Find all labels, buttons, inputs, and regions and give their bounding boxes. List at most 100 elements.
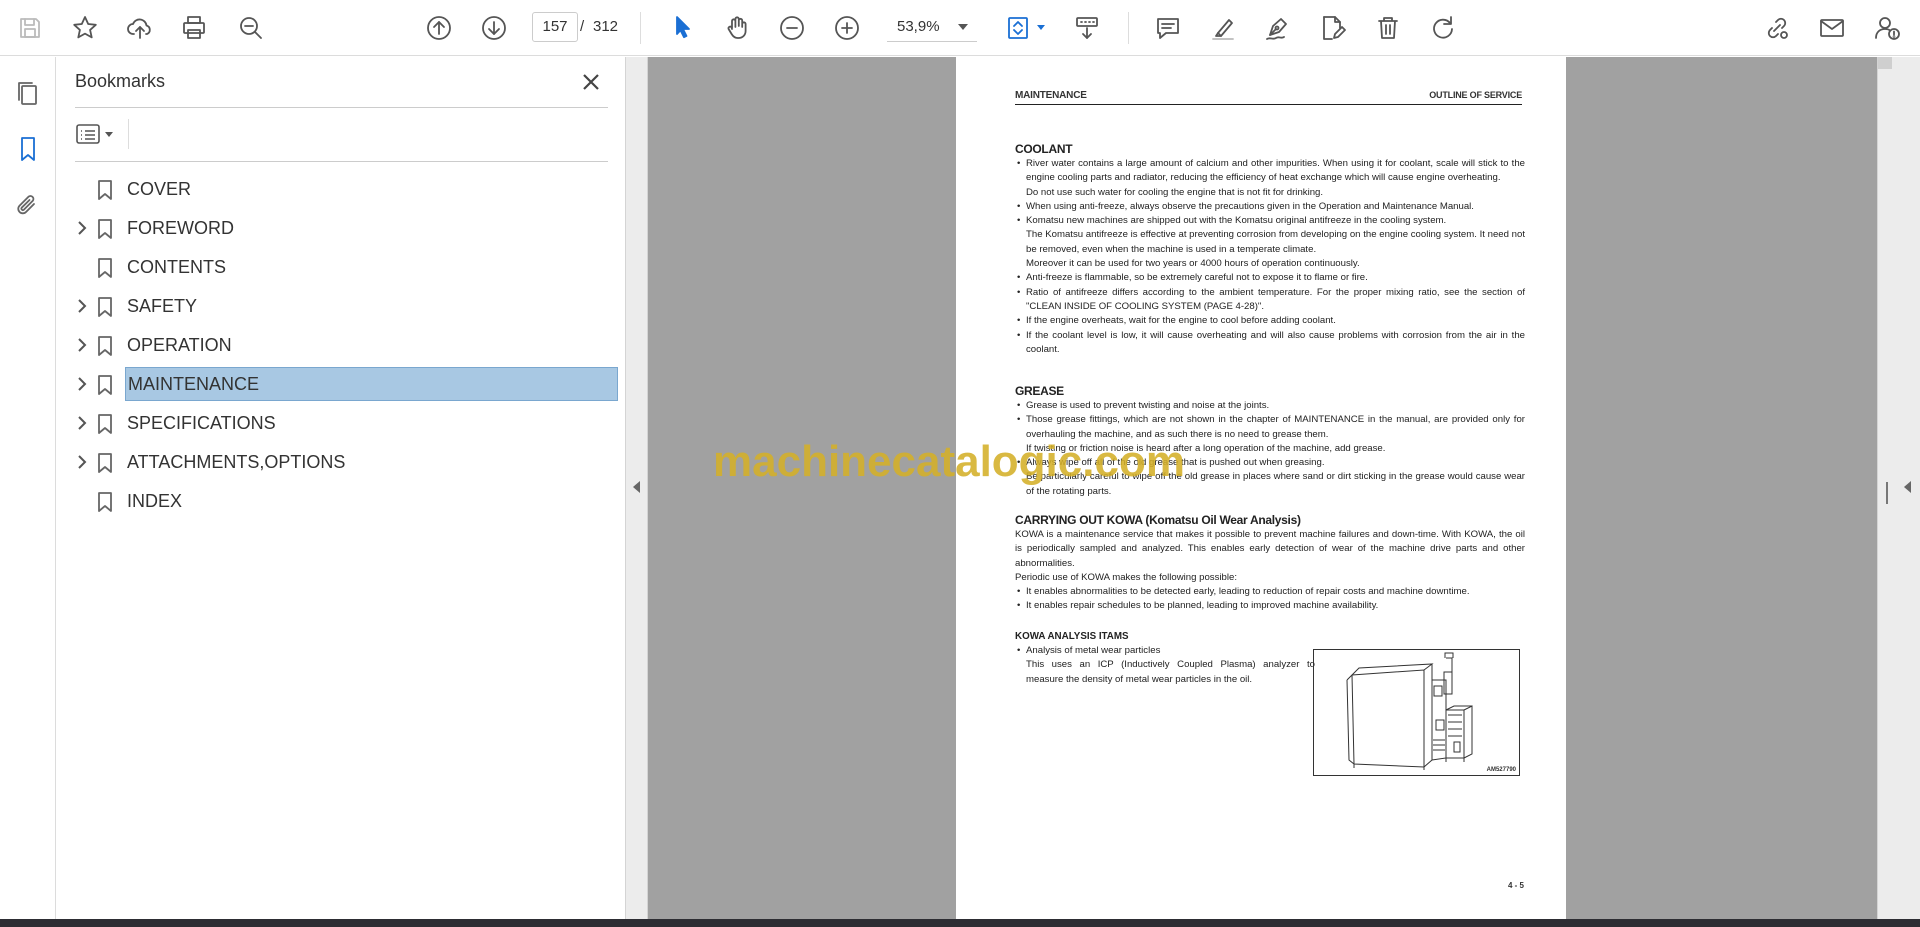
bookmark-flag-icon bbox=[96, 257, 114, 279]
upload-cloud-icon[interactable] bbox=[122, 10, 158, 46]
panel-title: Bookmarks bbox=[75, 71, 166, 91]
bullet-text: It enables repair schedules to be planne… bbox=[1015, 599, 1525, 614]
zoom-search-icon[interactable] bbox=[233, 10, 269, 46]
bookmark-label: SPECIFICATIONS bbox=[127, 413, 276, 433]
bookmark-item[interactable]: MAINTENANCE bbox=[70, 367, 618, 401]
chevron-right-icon[interactable] bbox=[74, 454, 90, 470]
scrollbar-thumb[interactable] bbox=[1878, 57, 1892, 69]
zoom-out-icon[interactable] bbox=[774, 10, 810, 46]
delete-trash-icon[interactable] bbox=[1370, 10, 1406, 46]
bookmark-flag-icon bbox=[96, 296, 114, 318]
chevron-right-icon[interactable] bbox=[74, 220, 90, 236]
next-page-icon[interactable] bbox=[476, 10, 512, 46]
bookmark-label: ATTACHMENTS,OPTIONS bbox=[127, 452, 346, 472]
share-link-icon[interactable] bbox=[1759, 10, 1795, 46]
sign-pen-icon[interactable] bbox=[1259, 10, 1295, 46]
bullet-text: Ratio of antifreeze differs according to… bbox=[1015, 286, 1525, 315]
email-icon[interactable] bbox=[1814, 10, 1850, 46]
bookmark-icon[interactable] bbox=[10, 131, 46, 167]
expand-right-pane-arrow-icon[interactable] bbox=[1904, 481, 1911, 493]
scrolling-mode-icon[interactable] bbox=[1069, 10, 1105, 46]
bookmark-flag-icon bbox=[96, 452, 114, 474]
bookmark-label: CONTENTS bbox=[127, 257, 226, 277]
kowa-section: CARRYING OUT KOWA (Komatsu Oil Wear Anal… bbox=[1015, 512, 1525, 614]
body-text: Moreover it can be used for two years or… bbox=[1026, 258, 1360, 270]
fit-page-icon[interactable] bbox=[1000, 10, 1036, 46]
bookmark-options-button[interactable] bbox=[75, 117, 121, 151]
figure-code: AM527790 bbox=[1486, 767, 1516, 773]
edit-pdf-icon[interactable] bbox=[1314, 10, 1350, 46]
navigation-rail bbox=[0, 57, 56, 919]
collapse-left-arrow-icon[interactable] bbox=[633, 481, 640, 493]
subsection-heading: KOWA ANALYSIS ITAMS bbox=[1015, 631, 1129, 642]
watermark-text: machinecatalogic.com bbox=[713, 437, 1185, 486]
coolant-section: COOLANT River water contains a large amo… bbox=[1015, 141, 1525, 357]
select-cursor-icon[interactable] bbox=[665, 10, 701, 46]
print-icon[interactable] bbox=[176, 10, 212, 46]
bookmark-item[interactable]: ATTACHMENTS,OPTIONS bbox=[70, 445, 610, 479]
page-header-right: OUTLINE OF SERVICE bbox=[1429, 90, 1522, 100]
bookmark-label: SAFETY bbox=[127, 296, 198, 316]
body-text: KOWA is a maintenance service that makes… bbox=[1015, 529, 1525, 569]
bookmark-item[interactable]: CONTENTS bbox=[70, 250, 610, 284]
account-user-icon[interactable] bbox=[1869, 10, 1905, 46]
splitter-handle[interactable] bbox=[1886, 482, 1888, 504]
bullet-text: Anti-freeze is flammable, so be extremel… bbox=[1015, 271, 1525, 286]
comment-icon[interactable] bbox=[1150, 10, 1186, 46]
divider bbox=[75, 107, 608, 108]
body-text: The Komatsu antifreeze is effective at p… bbox=[1026, 229, 1525, 255]
divider bbox=[128, 119, 129, 149]
divider bbox=[75, 161, 608, 162]
page-thumbnails-icon[interactable] bbox=[10, 75, 46, 111]
bookmark-item[interactable]: SPECIFICATIONS bbox=[70, 406, 610, 440]
bookmark-item[interactable]: SAFETY bbox=[70, 289, 610, 323]
right-pane-strip[interactable] bbox=[1877, 57, 1920, 919]
attachment-paperclip-icon[interactable] bbox=[10, 187, 46, 223]
chevron-down-icon[interactable] bbox=[958, 24, 968, 30]
bullet-text: If the engine overheats, wait for the en… bbox=[1015, 314, 1525, 329]
chevron-down-icon[interactable] bbox=[1037, 25, 1045, 30]
bookmark-item[interactable]: INDEX bbox=[70, 484, 610, 518]
header-rule bbox=[1015, 104, 1522, 105]
highlight-pen-icon[interactable] bbox=[1205, 10, 1241, 46]
bookmark-flag-icon bbox=[96, 335, 114, 357]
analysis-section: KOWA ANALYSIS ITAMS Analysis of metal we… bbox=[1015, 630, 1315, 687]
chevron-right-icon[interactable] bbox=[74, 376, 90, 392]
save-icon[interactable] bbox=[12, 10, 48, 46]
redo-icon[interactable] bbox=[1425, 10, 1461, 46]
section-heading: GREASE bbox=[1015, 384, 1064, 398]
page-number: 4 - 5 bbox=[1507, 881, 1524, 890]
chevron-down-icon bbox=[105, 131, 113, 137]
toolbar-divider bbox=[640, 12, 641, 44]
bullet-text: It enables abnormalities to be detected … bbox=[1015, 585, 1525, 600]
pdf-page: MAINTENANCE OUTLINE OF SERVICE COOLANT R… bbox=[956, 57, 1566, 919]
bookmark-flag-icon bbox=[96, 218, 114, 240]
bookmark-item[interactable]: COVER bbox=[70, 172, 610, 206]
bookmark-flag-icon bbox=[96, 413, 114, 435]
list-options-icon bbox=[76, 124, 100, 144]
bookmark-flag-icon bbox=[96, 491, 114, 513]
bullet-text: River water contains a large amount of c… bbox=[1015, 157, 1525, 186]
document-background bbox=[1566, 57, 1877, 919]
bookmark-flag-icon bbox=[96, 179, 114, 201]
bookmarks-panel: Bookmarks COVER FOREWORD CONTENTS SAFETY OPE… bbox=[56, 57, 626, 919]
bullet-text: Komatsu new machines are shipped out wit… bbox=[1015, 214, 1525, 229]
close-icon[interactable] bbox=[576, 67, 606, 97]
zoom-in-icon[interactable] bbox=[829, 10, 865, 46]
chevron-right-icon[interactable] bbox=[74, 415, 90, 431]
previous-page-icon[interactable] bbox=[421, 10, 457, 46]
body-text: This uses an ICP (Inductively Coupled Pl… bbox=[1026, 659, 1315, 685]
star-icon[interactable] bbox=[67, 10, 103, 46]
bookmark-item[interactable]: FOREWORD bbox=[70, 211, 610, 245]
bookmark-item[interactable]: OPERATION bbox=[70, 328, 610, 362]
body-text: Do not use such water for cooling the en… bbox=[1026, 186, 1324, 198]
bookmark-label: COVER bbox=[127, 179, 192, 199]
page-number-input[interactable]: 157 bbox=[532, 12, 578, 42]
chevron-right-icon[interactable] bbox=[74, 337, 90, 353]
chevron-right-icon[interactable] bbox=[74, 298, 90, 314]
hand-tool-icon[interactable] bbox=[719, 10, 755, 46]
bullet-text: If the coolant level is low, it will cau… bbox=[1015, 329, 1525, 358]
main-toolbar: 157 / 312 53,9% bbox=[0, 0, 1920, 56]
bookmark-label: MAINTENANCE bbox=[125, 367, 618, 401]
bookmark-label: INDEX bbox=[127, 491, 183, 511]
